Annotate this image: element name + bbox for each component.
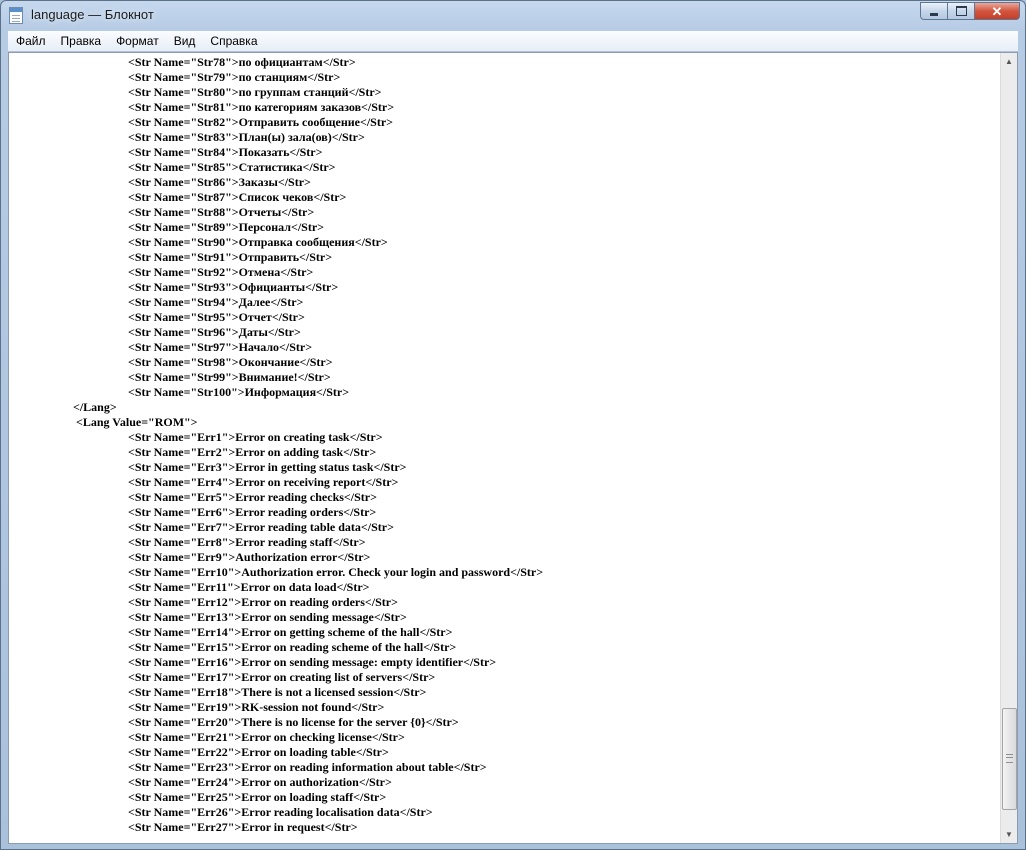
menu-bar: Файл Правка Формат Вид Справка [8,31,1018,52]
vertical-scrollbar[interactable]: ▲ ▼ [1000,53,1017,843]
text-line: <Str Name="Err17">Error on creating list… [128,670,436,684]
text-lines: <Str Name="Str78">по официантам</Str> <St… [9,55,999,835]
text-line: <Str Name="Err23">Error on reading infor… [128,760,487,774]
notepad-icon [9,7,23,24]
text-line: <Lang Value="ROM"> [73,415,198,429]
text-line: <Str Name="Err20">There is no license fo… [128,715,459,729]
text-line: <Str Name="Err10">Authorization error. C… [128,565,544,579]
text-line: <Str Name="Str99">Внимание!</Str> [128,370,331,384]
text-line: <Str Name="Str95">Отчет</Str> [128,310,305,324]
text-line: <Str Name="Str84">Показать</Str> [128,145,323,159]
text-line: <Str Name="Err3">Error in getting status… [128,460,407,474]
text-line: <Str Name="Err19">RK-session not found</… [128,700,385,714]
text-line: <Str Name="Err27">Error in request</Str> [128,820,358,834]
text-line: <Str Name="Str92">Отмена</Str> [128,265,314,279]
text-line: <Str Name="Err8">Error reading staff</St… [128,535,366,549]
text-line: <Str Name="Err22">Error on loading table… [128,745,389,759]
menu-format[interactable]: Формат [108,31,166,51]
scroll-thumb[interactable] [1002,708,1017,810]
minimize-icon [930,12,938,16]
menu-help[interactable]: Справка [202,31,264,51]
text-line: <Str Name="Err1">Error on creating task<… [128,430,383,444]
menu-file[interactable]: Файл [8,31,53,51]
text-line: <Str Name="Err13">Error on sending messa… [128,610,407,624]
text-line: <Str Name="Str94">Далее</Str> [128,295,304,309]
text-line: <Str Name="Str98">Окончание</Str> [128,355,333,369]
text-line: <Str Name="Err24">Error on authorization… [128,775,392,789]
text-line: <Str Name="Err25">Error on loading staff… [128,790,387,804]
text-line: <Str Name="Str79">по станциям</Str> [128,70,341,84]
text-line: <Str Name="Err21">Error on checking lice… [128,730,405,744]
text-line: <Str Name="Str83">План(ы) зала(ов)</Str> [128,130,365,144]
text-line: <Str Name="Str85">Статистика</Str> [128,160,336,174]
text-line: <Str Name="Str97">Начало</Str> [128,340,313,354]
text-line: <Str Name="Err11">Error on data load</St… [128,580,370,594]
text-line: <Str Name="Err4">Error on receiving repo… [128,475,399,489]
text-area[interactable]: <Str Name="Str78">по официантам</Str> <St… [9,53,1001,843]
text-line: <Str Name="Err7">Error reading table dat… [128,520,394,534]
text-line: <Str Name="Str80">по группам станций</St… [128,85,382,99]
text-line: <Str Name="Err2">Error on adding task</S… [128,445,377,459]
caption-buttons: ✕ [920,2,1020,20]
text-line: <Str Name="Str89">Персонал</Str> [128,220,325,234]
scroll-up-button[interactable]: ▲ [1001,53,1017,70]
text-line: <Str Name="Str91">Отправить</Str> [128,250,333,264]
text-line: <Str Name="Str86">Заказы</Str> [128,175,311,189]
maximize-button[interactable] [947,2,974,20]
text-line: <Str Name="Err6">Error reading orders</S… [128,505,377,519]
text-line: <Str Name="Err18">There is not a license… [128,685,427,699]
text-line: <Str Name="Str78">по официантам</Str> [128,55,356,69]
close-icon: ✕ [991,3,1003,19]
notepad-window: language — Блокнот ✕ Файл Правка Формат … [0,0,1026,850]
text-line: <Str Name="Err15">Error on reading schem… [128,640,457,654]
text-line: <Str Name="Str90">Отправка сообщения</St… [128,235,388,249]
text-line: <Str Name="Str88">Отчеты</Str> [128,205,315,219]
text-line: <Str Name="Str82">Отправить сообщение</S… [128,115,393,129]
text-line: <Str Name="Str93">Официанты</Str> [128,280,339,294]
text-line: <Str Name="Str96">Даты</Str> [128,325,301,339]
window-title: language — Блокнот [31,7,154,22]
text-line: <Str Name="Str81">по категориям заказов<… [128,100,395,114]
text-line: <Str Name="Str100">Информация</Str> [128,385,350,399]
text-line: <Str Name="Str87">Список чеков</Str> [128,190,347,204]
title-bar[interactable]: language — Блокнот ✕ [1,1,1025,31]
scroll-down-button[interactable]: ▼ [1001,826,1017,843]
arrow-up-icon: ▲ [1005,57,1013,66]
text-line: <Str Name="Err26">Error reading localisa… [128,805,433,819]
text-line: </Lang> [73,400,117,414]
arrow-down-icon: ▼ [1005,830,1013,839]
text-line: <Str Name="Err12">Error on reading order… [128,595,398,609]
text-line: <Str Name="Err9">Authorization error</St… [128,550,371,564]
text-editor[interactable]: <Str Name="Str78">по официантам</Str> <St… [8,52,1018,844]
text-line: <Str Name="Err5">Error reading checks</S… [128,490,377,504]
menu-edit[interactable]: Правка [53,31,109,51]
minimize-button[interactable] [920,2,947,20]
maximize-icon [955,6,967,16]
text-line: <Str Name="Err16">Error on sending messa… [128,655,497,669]
grip-icon [1006,754,1013,763]
text-line: <Str Name="Err14">Error on getting schem… [128,625,453,639]
menu-view[interactable]: Вид [166,31,203,51]
close-button[interactable]: ✕ [974,2,1020,20]
